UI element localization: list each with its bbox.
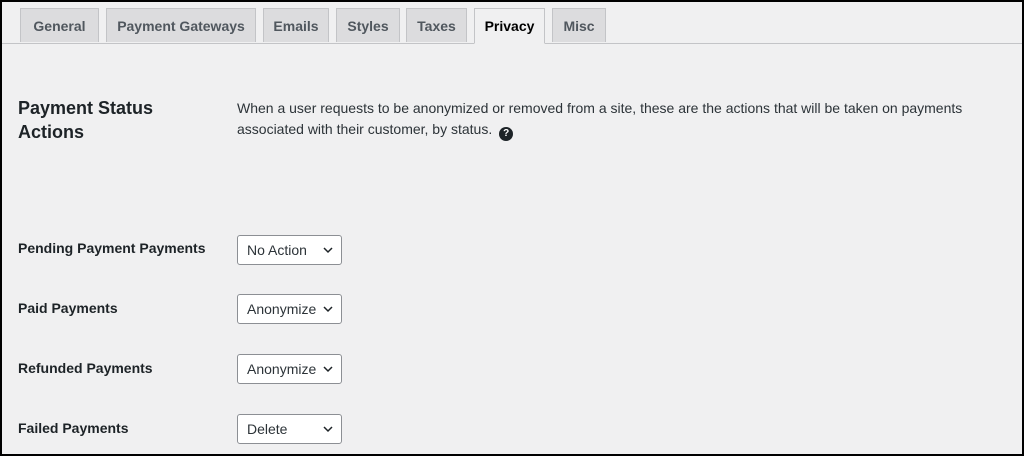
pending-payments-value: No Action: [247, 242, 307, 258]
section-title: Payment Status Actions: [18, 98, 154, 142]
help-icon[interactable]: ?: [499, 127, 514, 141]
description-text: When a user requests to be anonymized or…: [237, 100, 963, 137]
failed-payments-label: Failed Payments: [18, 420, 129, 436]
tab-general[interactable]: General: [20, 8, 99, 42]
tab-emails[interactable]: Emails: [263, 8, 329, 42]
chevron-down-icon: [323, 306, 333, 313]
settings-tabs: General Payment Gateways Emails Styles T…: [2, 2, 1022, 44]
refunded-payments-value: Anonymize: [247, 361, 317, 377]
pending-payments-label: Pending Payment Payments: [18, 240, 206, 256]
chevron-down-icon: [323, 247, 333, 254]
failed-payments-value: Delete: [247, 421, 288, 437]
failed-payments-select[interactable]: Delete: [237, 414, 342, 444]
tab-taxes[interactable]: Taxes: [406, 8, 467, 42]
refunded-payments-label: Refunded Payments: [18, 360, 153, 376]
paid-payments-value: Anonymize: [247, 301, 317, 317]
paid-payments-select[interactable]: Anonymize: [237, 294, 342, 324]
chevron-down-icon: [323, 366, 333, 373]
tab-payment-gateways[interactable]: Payment Gateways: [106, 8, 256, 42]
settings-page: General Payment Gateways Emails Styles T…: [0, 0, 1024, 456]
refunded-payments-select[interactable]: Anonymize: [237, 354, 342, 384]
tab-styles[interactable]: Styles: [336, 8, 400, 42]
paid-payments-label: Paid Payments: [18, 300, 118, 316]
section-description: When a user requests to be anonymized or…: [237, 98, 1007, 141]
pending-payments-select[interactable]: No Action: [237, 235, 342, 265]
chevron-down-icon: [323, 426, 333, 433]
tab-privacy[interactable]: Privacy: [474, 8, 545, 44]
tab-misc[interactable]: Misc: [552, 8, 606, 42]
